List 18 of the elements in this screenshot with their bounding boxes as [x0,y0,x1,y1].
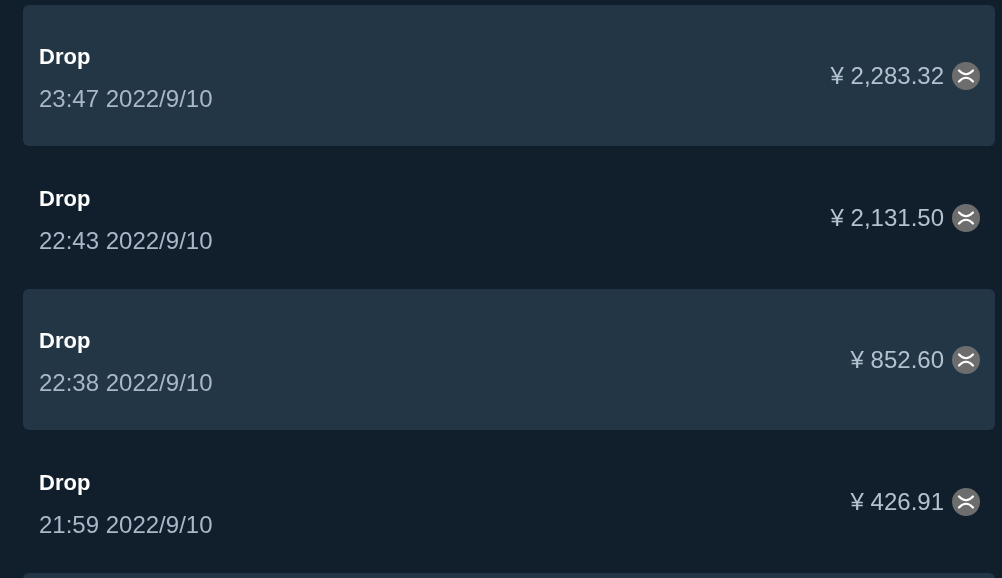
transaction-amount: ¥ 426.91 [850,487,944,516]
cross-circle-icon [952,61,980,90]
transaction-type: Drop [39,185,92,213]
transaction-time: 22:43 2022/9/10 [39,227,213,255]
transaction-time: 23:47 2022/9/10 [39,85,213,113]
transaction-type: Drop [39,43,92,71]
cross-circle-icon [952,487,980,516]
transaction-type: Drop [39,327,92,355]
transaction-time: 22:38 2022/9/10 [39,369,213,397]
transaction-amount: ¥ 2,283.32 [830,61,944,90]
transaction-time: 21:59 2022/9/10 [39,511,213,539]
list-row[interactable]: Drop 22:38 2022/9/10 ¥ 852.60 [23,289,995,430]
transaction-type: Drop [39,469,92,497]
cross-circle-icon [952,203,980,232]
transaction-amount: ¥ 2,131.50 [830,203,944,232]
list-row[interactable]: Drop 23:47 2022/9/10 ¥ 2,283.32 [23,5,995,146]
transaction-amount: ¥ 852.60 [850,345,944,374]
cross-circle-icon [952,345,980,374]
